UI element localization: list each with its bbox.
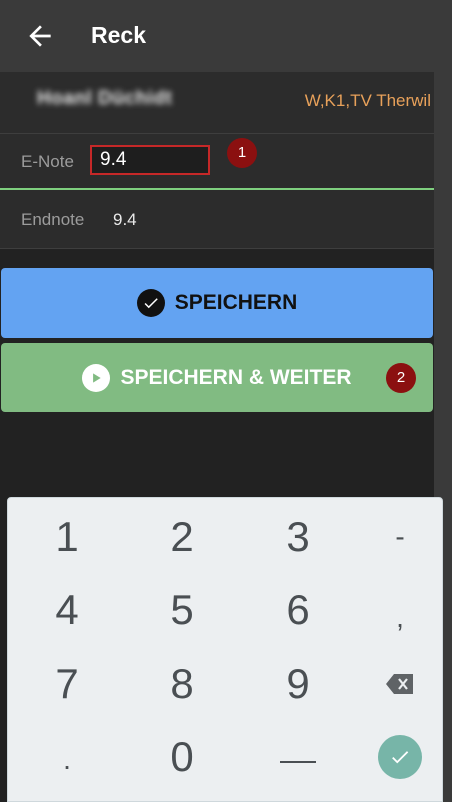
key-8[interactable]: 8 [132,650,232,718]
key-comma[interactable]: , [350,584,450,652]
arrow-left-icon[interactable] [24,20,56,52]
check-circle-icon [136,289,165,317]
key-9[interactable]: 9 [248,650,348,718]
key-4[interactable]: 4 [17,576,117,644]
athlete-name: Hoanl Düchidt [37,88,173,109]
enote-label: E-Note [21,152,74,171]
annotation-marker-1: 1 [227,138,257,168]
annotation-marker-2: 2 [386,363,416,393]
numeric-keyboard: 1 2 3 - 4 5 6 , 7 8 9 . 0 [7,497,443,802]
enote-input[interactable] [90,145,210,175]
key-6[interactable]: 6 [248,576,348,644]
key-0[interactable]: 0 [132,723,232,791]
key-3[interactable]: 3 [248,503,348,571]
athlete-club: W,K1,TV Therwil [304,91,431,110]
save-and-next-button[interactable]: SPEICHERN & WEITER [1,343,433,412]
page-title: Reck [91,22,146,48]
endnote-label: Endnote [21,210,85,229]
key-minus[interactable]: - [350,503,450,571]
app-bar: Reck [0,0,434,72]
save-button-label: SPEICHERN [174,291,298,314]
check-icon [378,735,422,779]
key-7[interactable]: 7 [17,650,117,718]
play-circle-icon [82,363,111,392]
key-dot[interactable]: . [17,726,117,794]
backspace-icon[interactable] [350,650,450,718]
save-and-next-label: SPEICHERN & WEITER [120,365,352,389]
done-key[interactable] [350,723,450,791]
key-5[interactable]: 5 [132,576,232,644]
key-2[interactable]: 2 [132,503,232,571]
key-1[interactable]: 1 [17,503,117,571]
save-button[interactable]: SPEICHERN [1,268,433,338]
endnote-value: 9.4 [113,210,137,229]
key-space[interactable] [248,723,348,791]
